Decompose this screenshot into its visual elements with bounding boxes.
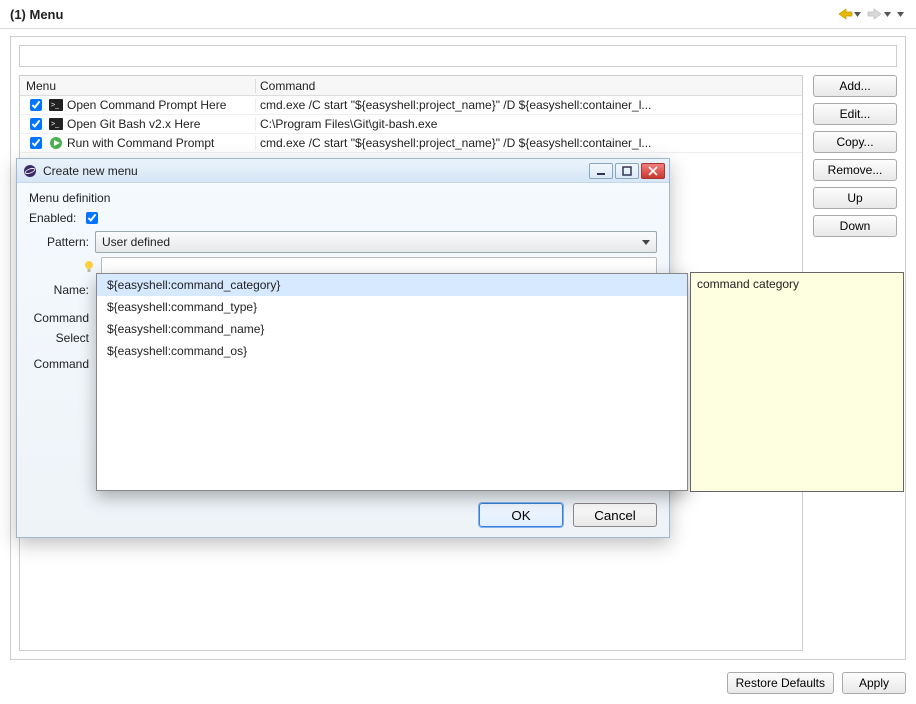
close-icon bbox=[648, 166, 658, 176]
enabled-checkbox[interactable] bbox=[86, 212, 98, 224]
select-label: Select bbox=[29, 329, 89, 345]
caret-down-icon bbox=[642, 238, 650, 246]
table-header: Menu Command bbox=[20, 76, 802, 96]
name-label: Name: bbox=[29, 281, 89, 297]
row-checkbox[interactable] bbox=[30, 118, 42, 130]
autocomplete-item[interactable]: ${easyshell:command_os} bbox=[97, 340, 687, 362]
pattern-select-value: User defined bbox=[102, 235, 170, 249]
svg-text:>_: >_ bbox=[51, 121, 59, 128]
nav-menu-button[interactable] bbox=[895, 9, 906, 20]
maximize-icon bbox=[622, 166, 632, 176]
filter-input[interactable] bbox=[19, 45, 897, 67]
autocomplete-item[interactable]: ${easyshell:command_type} bbox=[97, 296, 687, 318]
svg-text:>_: >_ bbox=[51, 102, 59, 109]
footer-buttons: Restore Defaults Apply bbox=[727, 672, 906, 694]
minimize-icon bbox=[596, 166, 606, 176]
autocomplete-popup: ${easyshell:command_category} ${easyshel… bbox=[96, 273, 688, 491]
edit-button[interactable]: Edit... bbox=[813, 103, 897, 125]
caret-down-icon bbox=[884, 11, 891, 18]
up-button[interactable]: Up bbox=[813, 187, 897, 209]
autocomplete-item[interactable]: ${easyshell:command_name} bbox=[97, 318, 687, 340]
page-title: (1) Menu bbox=[10, 7, 63, 22]
cancel-button[interactable]: Cancel bbox=[573, 503, 657, 527]
row-command-label: cmd.exe /C start "${easyshell:project_na… bbox=[255, 98, 802, 112]
autocomplete-item[interactable]: ${easyshell:command_category} bbox=[97, 274, 687, 296]
nav-forward-button[interactable] bbox=[865, 6, 893, 22]
dialog-titlebar[interactable]: Create new menu bbox=[17, 159, 669, 183]
section-label: Menu definition bbox=[29, 191, 657, 205]
apply-button[interactable]: Apply bbox=[842, 672, 906, 694]
terminal-icon: >_ bbox=[49, 117, 63, 131]
command-label-2: Command bbox=[29, 355, 89, 371]
tooltip: command category bbox=[690, 272, 904, 492]
command-label: Command bbox=[29, 309, 89, 325]
nav-arrows bbox=[835, 6, 906, 22]
page-header: (1) Menu bbox=[0, 0, 916, 29]
add-button[interactable]: Add... bbox=[813, 75, 897, 97]
remove-button[interactable]: Remove... bbox=[813, 159, 897, 181]
column-header-command[interactable]: Command bbox=[255, 79, 802, 93]
row-command-label: cmd.exe /C start "${easyshell:project_na… bbox=[255, 136, 802, 150]
ok-button[interactable]: OK bbox=[479, 503, 563, 527]
column-header-menu[interactable]: Menu bbox=[20, 79, 255, 93]
pattern-label: Pattern: bbox=[29, 235, 89, 249]
arrow-left-icon bbox=[837, 8, 853, 20]
row-checkbox[interactable] bbox=[30, 137, 42, 149]
dialog-title: Create new menu bbox=[43, 164, 138, 178]
maximize-button[interactable] bbox=[615, 163, 639, 179]
pattern-select[interactable]: User defined bbox=[95, 231, 657, 253]
caret-down-icon bbox=[897, 11, 904, 18]
table-row[interactable]: Run with Command Prompt cmd.exe /C start… bbox=[20, 134, 802, 153]
arrow-right-icon bbox=[867, 8, 883, 20]
copy-button[interactable]: Copy... bbox=[813, 131, 897, 153]
nav-back-button[interactable] bbox=[835, 6, 863, 22]
row-menu-label: Open Git Bash v2.x Here bbox=[67, 117, 200, 131]
run-icon bbox=[49, 136, 63, 150]
down-button[interactable]: Down bbox=[813, 215, 897, 237]
row-menu-label: Open Command Prompt Here bbox=[67, 98, 226, 112]
row-menu-label: Run with Command Prompt bbox=[67, 136, 214, 150]
close-button[interactable] bbox=[641, 163, 665, 179]
table-row[interactable]: >_ Open Command Prompt Here cmd.exe /C s… bbox=[20, 96, 802, 115]
terminal-icon: >_ bbox=[49, 98, 63, 112]
tooltip-text: command category bbox=[697, 277, 799, 291]
bulb-icon bbox=[83, 261, 95, 273]
row-command-label: C:\Program Files\Git\git-bash.exe bbox=[255, 117, 802, 131]
enabled-label: Enabled: bbox=[29, 211, 76, 225]
eclipse-icon bbox=[23, 164, 37, 178]
minimize-button[interactable] bbox=[589, 163, 613, 179]
caret-down-icon bbox=[854, 11, 861, 18]
row-checkbox[interactable] bbox=[30, 99, 42, 111]
table-row[interactable]: >_ Open Git Bash v2.x Here C:\Program Fi… bbox=[20, 115, 802, 134]
restore-defaults-button[interactable]: Restore Defaults bbox=[727, 672, 834, 694]
